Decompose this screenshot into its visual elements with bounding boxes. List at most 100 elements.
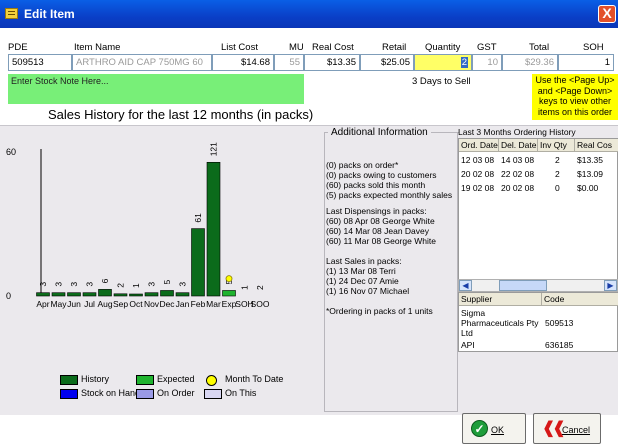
- page-key-tip: Use the <Page Up> and <Page Down> keys t…: [532, 74, 618, 120]
- data-label: 3: [178, 282, 188, 287]
- col-total: Total: [529, 42, 550, 53]
- grid-cell[interactable]: 20 02 08: [501, 183, 534, 193]
- grid-cell[interactable]: 0: [555, 183, 560, 193]
- chart-bar: [129, 293, 143, 297]
- legend-label: History: [81, 374, 110, 384]
- grid-header[interactable]: Real Cos: [575, 139, 618, 152]
- legend-swatch: [136, 389, 154, 399]
- retail-field[interactable]: $25.05: [360, 54, 414, 71]
- chart-bar: [206, 161, 221, 297]
- grid-cell[interactable]: $13.35: [577, 155, 603, 165]
- tip-line: and <Page Down>: [537, 85, 613, 96]
- col-retail: Retail: [382, 42, 407, 53]
- grid-cell[interactable]: $0.00: [577, 183, 598, 193]
- data-label: 5: [162, 279, 172, 284]
- y-tick-label: 0: [6, 291, 11, 301]
- x-tick-label: Dec: [159, 299, 175, 309]
- grid-header[interactable]: Ord. Date: [459, 139, 499, 152]
- chart-bar: [160, 290, 174, 297]
- grid-header[interactable]: Inv Qty: [538, 139, 575, 152]
- chart-bar: [82, 292, 97, 297]
- grid-cell[interactable]: 22 02 08: [501, 169, 534, 179]
- data-label: 1: [131, 283, 141, 288]
- close-button[interactable]: X: [598, 5, 616, 23]
- col-list-cost: List Cost: [221, 42, 258, 53]
- info-line: (1) 13 Mar 08 Terri: [326, 266, 396, 276]
- data-label: 3: [85, 282, 95, 287]
- real-cost-field[interactable]: $13.35: [304, 54, 360, 71]
- x-tick-label: Oct: [129, 299, 143, 309]
- item-name-field[interactable]: ARTHRO AID CAP 750MG 60: [72, 54, 212, 71]
- info-heading: Last Dispensings in packs:: [326, 206, 427, 216]
- info-line: (60) 11 Mar 08 George White: [326, 236, 436, 246]
- ordering-history-title: Last 3 Months Ordering History: [458, 127, 576, 137]
- total-field[interactable]: $29.36: [502, 54, 558, 71]
- days-to-sell: 3 Days to Sell: [412, 76, 471, 87]
- close-icon: X: [602, 5, 612, 21]
- scroll-thumb[interactable]: [499, 280, 547, 291]
- legend-swatch: [136, 375, 154, 385]
- list-cost-field[interactable]: $14.68: [212, 54, 274, 71]
- gst-field[interactable]: 10: [472, 54, 502, 71]
- supplier-name[interactable]: API: [461, 340, 475, 350]
- info-line: (0) packs owing to customers: [326, 170, 437, 180]
- grid-cell[interactable]: $13.09: [577, 169, 603, 179]
- grid-cell[interactable]: 2: [555, 169, 560, 179]
- data-label: 61: [193, 213, 203, 223]
- data-label: 3: [147, 282, 157, 287]
- supplier-grid[interactable]: Supplier Code Sigma Pharmaceuticals Pty …: [458, 292, 618, 352]
- quantity-field[interactable]: 2: [414, 54, 472, 71]
- scroll-right-icon[interactable]: ▶: [604, 280, 617, 291]
- data-label: 3: [69, 282, 79, 287]
- horizontal-scrollbar[interactable]: ◀ ▶: [458, 279, 618, 292]
- supplier-code[interactable]: 636185: [545, 340, 573, 350]
- chart-bar: [175, 292, 190, 297]
- chart-bar: [191, 228, 205, 297]
- ordering-history-grid[interactable]: Ord. Date Del. Date Inv Qty Real Cos 12 …: [458, 138, 618, 288]
- legend-swatch: [60, 389, 78, 399]
- info-line: (60) 08 Apr 08 George White: [326, 216, 435, 226]
- cancel-button[interactable]: ❰❰ Cancel: [533, 413, 601, 444]
- chart-bar: [36, 292, 50, 297]
- info-line: (1) 24 Dec 07 Amie: [326, 276, 399, 286]
- info-line: (1) 16 Nov 07 Michael: [326, 286, 410, 296]
- soh-field[interactable]: 1: [558, 54, 614, 71]
- grid-header[interactable]: Del. Date: [499, 139, 538, 152]
- data-label: 2: [255, 285, 265, 290]
- grid-cell[interactable]: 12 03 08: [461, 155, 494, 165]
- grid-header[interactable]: Supplier: [459, 293, 542, 306]
- data-label: 1: [240, 285, 250, 290]
- grid-cell[interactable]: 19 02 08: [461, 183, 494, 193]
- chart-bar: [98, 289, 112, 297]
- grid-cell[interactable]: 14 03 08: [501, 155, 534, 165]
- data-label: 6: [100, 278, 110, 283]
- supplier-name[interactable]: Sigma Pharmaceuticals Pty Ltd: [461, 308, 541, 338]
- legend-label: On Order: [157, 388, 195, 398]
- chart-bar: [51, 292, 66, 297]
- title-bar: Edit Item X: [0, 0, 618, 28]
- data-label: 3: [38, 282, 48, 287]
- pde-field[interactable]: 509513: [8, 54, 72, 71]
- x-tick-label: Jan: [176, 299, 190, 309]
- supplier-code[interactable]: 509513: [545, 318, 573, 328]
- col-soh: SOH: [583, 42, 604, 53]
- grid-header[interactable]: Code: [542, 293, 618, 306]
- legend-label: Stock on Hand: [81, 388, 141, 398]
- grid-cell[interactable]: 2: [555, 155, 560, 165]
- chart-bar: [67, 292, 81, 297]
- x-tick-label: Jun: [67, 299, 81, 309]
- data-label: 3: [54, 282, 64, 287]
- x-tick-label: Sep: [113, 299, 128, 309]
- scroll-left-icon[interactable]: ◀: [459, 280, 472, 291]
- x-tick-label: Nov: [144, 299, 160, 309]
- legend-swatch: [60, 375, 78, 385]
- stock-note-input[interactable]: Enter Stock Note Here...: [8, 74, 304, 104]
- ok-button[interactable]: ✓ OK: [462, 413, 526, 444]
- mu-field[interactable]: 55: [274, 54, 304, 71]
- grid-cell[interactable]: 20 02 08: [461, 169, 494, 179]
- col-gst: GST: [477, 42, 497, 53]
- ok-label: OK: [491, 425, 505, 435]
- chart-bar: [113, 293, 128, 297]
- x-tick-label: Jul: [84, 299, 95, 309]
- legend-label: On This: [225, 388, 257, 398]
